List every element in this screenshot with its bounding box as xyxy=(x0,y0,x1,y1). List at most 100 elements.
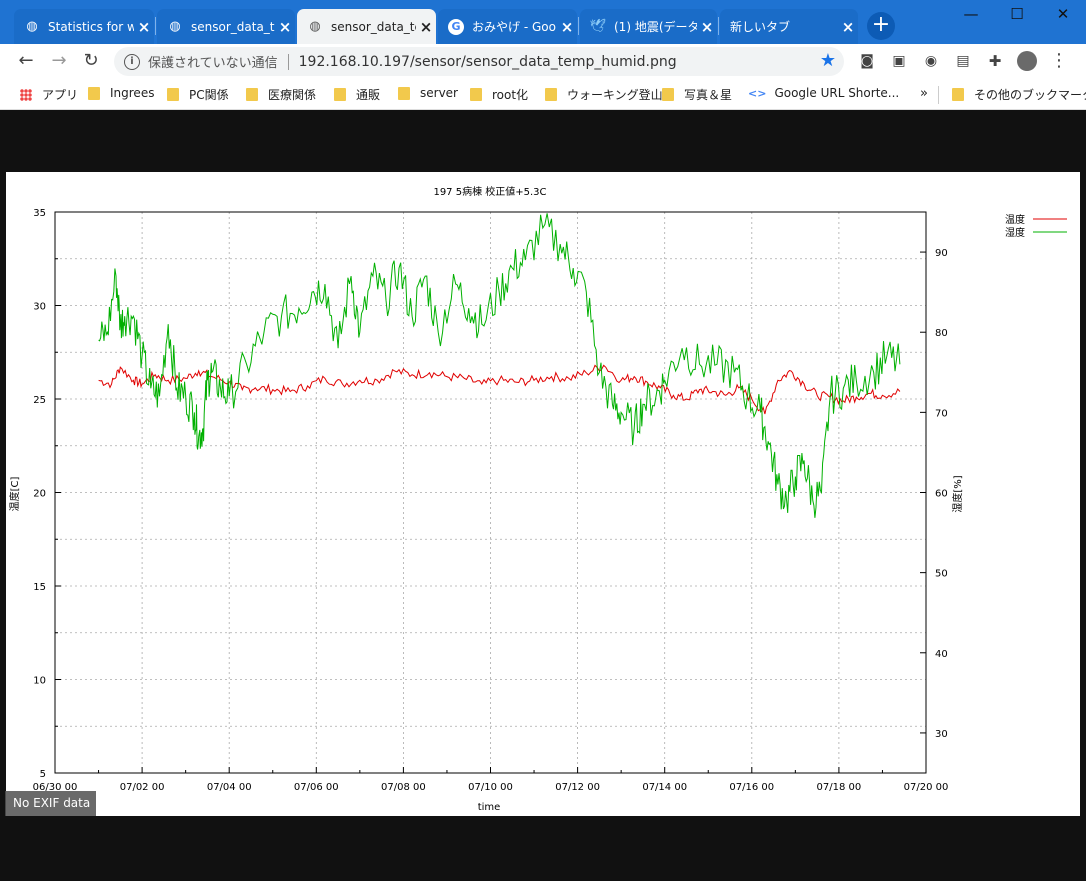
reload-icon[interactable]: ↻ xyxy=(79,49,103,73)
x-tick-label: 07/06 00 xyxy=(294,782,339,793)
close-window-button[interactable]: ✕ xyxy=(1040,2,1086,28)
x-tick-label: 07/12 00 xyxy=(555,782,600,793)
extension-tab-icon[interactable]: ◙ xyxy=(855,49,879,73)
bookmark-label: 医療関係 xyxy=(268,88,317,102)
bookmark-star-icon[interactable]: ★ xyxy=(820,50,836,71)
info-icon[interactable]: i xyxy=(124,53,140,70)
bookmarks-bar: アプリ Ingrees PC関係 医療関係 通販 server root化 ウォ… xyxy=(0,78,1086,110)
tab-title: おみやげ - Goo xyxy=(472,20,556,34)
legend-label: 温度 xyxy=(1005,213,1025,226)
bookmark-label: server xyxy=(420,86,458,100)
x-tick-label: 07/18 00 xyxy=(817,782,862,793)
bookmark-shopping[interactable]: 通販 xyxy=(334,86,380,103)
close-tab-icon[interactable]: × xyxy=(416,18,436,36)
tab-sensor-data-active[interactable]: ◍ sensor_data_te × xyxy=(297,9,436,44)
extension-camera-icon[interactable]: ◉ xyxy=(919,49,943,73)
address-bar[interactable]: i 保護されていない通信 192.168.10.197/sensor/senso… xyxy=(114,47,844,76)
x-tick-label: 07/02 00 xyxy=(120,782,165,793)
tab-strip: ◍ Statistics for w × ◍ sensor_data_te × … xyxy=(0,0,1086,44)
x-tick-label: 07/14 00 xyxy=(642,782,687,793)
security-status: 保護されていない通信 xyxy=(148,56,278,71)
bookmark-label: PC関係 xyxy=(189,88,229,102)
bookmark-photo[interactable]: 写真＆星 xyxy=(662,86,732,103)
y-tick-label: 35 xyxy=(33,208,46,219)
url-text: 192.168.10.197/sensor/sensor_data_temp_h… xyxy=(298,53,677,70)
bookmark-walking[interactable]: ウォーキング登山 xyxy=(545,86,663,103)
tab-new-tab[interactable]: 新しいタブ × xyxy=(720,9,858,44)
folder-icon xyxy=(88,86,100,100)
chart-series xyxy=(98,213,901,518)
bookmark-label: Google URL Shorte... xyxy=(774,86,900,100)
page-viewport: 06/30 00 07/02 00 07/04 00 07/06 00 07/08 00… xyxy=(0,111,1086,881)
close-tab-icon[interactable]: × xyxy=(275,18,295,36)
x-tick-label: 07/08 00 xyxy=(381,782,426,793)
y2-tick-label: 40 xyxy=(935,649,948,660)
bookmark-google-url[interactable]: <> Google URL Shorte... xyxy=(748,86,899,100)
folder-icon xyxy=(545,88,557,101)
exif-badge: No EXIF data xyxy=(5,791,96,816)
bookmark-ingrees[interactable]: Ingrees xyxy=(88,86,154,100)
google-icon: G xyxy=(448,18,464,35)
chart-svg: 06/30 00 07/02 00 07/04 00 07/06 00 07/08 00… xyxy=(8,185,1067,813)
close-tab-icon[interactable]: × xyxy=(134,18,154,36)
bookmark-label: アプリ xyxy=(42,88,79,102)
bookmark-label: 通販 xyxy=(356,88,381,102)
y2-tick-label: 90 xyxy=(935,248,948,259)
bookmark-label: root化 xyxy=(492,88,529,102)
y2-tick-label: 80 xyxy=(935,328,948,339)
bookmark-label: 写真＆星 xyxy=(684,88,733,102)
tab-twitter[interactable]: 🕊 (1) 地震(データ × xyxy=(580,9,717,44)
bookmark-pc[interactable]: PC関係 xyxy=(167,86,229,103)
y-tick-label: 30 xyxy=(33,302,46,313)
x-tick-label: 07/20 00 xyxy=(904,782,949,793)
minimize-button[interactable]: — xyxy=(948,2,994,28)
folder-icon xyxy=(246,88,258,101)
y-tick-label: 5 xyxy=(40,769,46,780)
bookmark-medical[interactable]: 医療関係 xyxy=(246,86,316,103)
browser-toolbar: ← → ↻ i 保護されていない通信 192.168.10.197/sensor… xyxy=(0,44,1086,78)
tab-sensor-data-1[interactable]: ◍ sensor_data_te × xyxy=(157,9,295,44)
bookmark-root[interactable]: root化 xyxy=(470,86,528,103)
folder-icon xyxy=(470,88,482,101)
folder-icon xyxy=(334,88,346,101)
globe-icon: ◍ xyxy=(26,19,38,34)
bookmark-label: ウォーキング登山 xyxy=(567,88,663,102)
bookmarks-overflow-button[interactable]: » xyxy=(920,86,928,101)
tab-title: sensor_data_te xyxy=(331,19,416,34)
bookmark-server[interactable]: server xyxy=(398,86,458,100)
y-axis-label: 温度[C] xyxy=(8,477,21,512)
apps-grid-icon xyxy=(20,88,32,101)
tab-title: (1) 地震(データ xyxy=(614,20,697,34)
extensions-puzzle-icon[interactable]: ✚ xyxy=(983,49,1007,73)
tab-omiyage[interactable]: G おみやげ - Goo × xyxy=(438,9,577,44)
y-tick-label: 10 xyxy=(33,676,46,687)
back-arrow-icon[interactable]: ← xyxy=(14,49,38,73)
extension-chat-icon[interactable]: ▣ xyxy=(887,49,911,73)
y2-axis-label: 湿度[%] xyxy=(951,475,964,512)
bookmark-apps[interactable]: アプリ xyxy=(20,86,78,103)
extension-reader-icon[interactable]: ▤ xyxy=(951,49,975,73)
other-bookmarks[interactable]: その他のブックマーク xyxy=(952,86,1086,103)
maximize-button[interactable]: ☐ xyxy=(994,2,1040,28)
bookmark-label: Ingrees xyxy=(110,86,155,100)
globe-icon: ◍ xyxy=(169,19,181,34)
close-tab-icon[interactable]: × xyxy=(557,18,577,36)
profile-avatar[interactable] xyxy=(1015,49,1039,73)
folder-icon xyxy=(167,88,179,101)
forward-arrow-icon[interactable]: → xyxy=(47,49,71,73)
new-tab-button[interactable]: + xyxy=(867,12,895,40)
x-axis-label: time xyxy=(478,802,501,813)
close-tab-icon[interactable]: × xyxy=(838,18,858,36)
globe-icon: ◍ xyxy=(309,19,321,34)
close-tab-icon[interactable]: × xyxy=(697,18,717,36)
tab-statistics[interactable]: ◍ Statistics for w × xyxy=(14,9,154,44)
folder-icon xyxy=(952,88,964,101)
menu-kebab-icon[interactable]: ⋮ xyxy=(1047,49,1071,73)
y-tick-label: 20 xyxy=(33,489,46,500)
chart-image[interactable]: 06/30 00 07/02 00 07/04 00 07/06 00 07/08 00… xyxy=(6,172,1080,816)
y2-tick-label: 50 xyxy=(935,569,948,580)
tab-separator xyxy=(155,17,156,35)
google-shortener-icon: <> xyxy=(748,86,767,100)
y2-tick-label: 70 xyxy=(935,408,948,419)
legend-label: 湿度 xyxy=(1005,226,1025,239)
